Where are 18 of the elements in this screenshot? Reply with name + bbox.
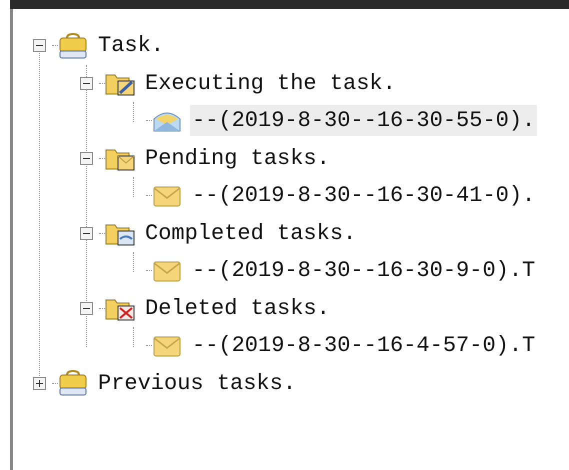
tree-item[interactable]: --(2019-8-30--16-4-57-0).T [190, 330, 538, 362]
tree-item[interactable]: --(2019-8-30--16-30-9-0).T [190, 255, 538, 286]
collapse-toggle[interactable] [80, 76, 93, 90]
collapse-toggle[interactable] [80, 226, 93, 240]
briefcase-icon [58, 32, 88, 60]
tree-item[interactable]: Deleted tasks. [143, 292, 332, 324]
tree-item[interactable]: Previous tasks. [96, 368, 298, 399]
tree-item[interactable]: Task. [96, 30, 166, 62]
tree-item[interactable]: --(2019-8-30--16-30-41-0). [190, 180, 538, 212]
briefcase-icon [58, 369, 88, 398]
collapse-toggle[interactable] [33, 39, 46, 52]
tree-item[interactable]: Completed tasks. [143, 218, 358, 249]
tree-item[interactable]: --(2019-8-30--16-30-55-0). [190, 105, 538, 136]
tree-item[interactable]: Pending tasks. [143, 142, 332, 174]
expand-toggle[interactable] [33, 376, 46, 390]
collapse-toggle[interactable] [80, 152, 93, 165]
collapse-toggle[interactable] [80, 302, 93, 315]
tree-item[interactable]: Executing the task. [143, 68, 398, 99]
